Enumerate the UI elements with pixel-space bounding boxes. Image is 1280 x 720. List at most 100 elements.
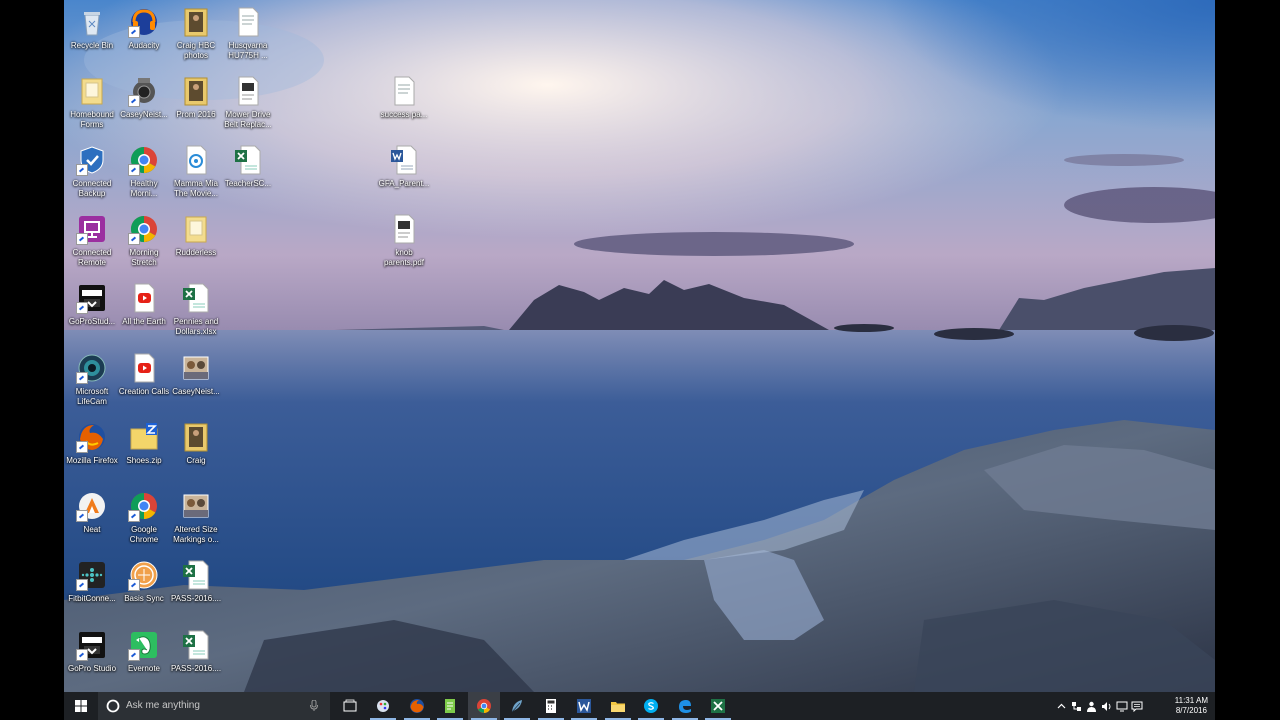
search-input[interactable]: Ask me anything [126,700,200,711]
chrome-icon [128,490,160,522]
neat-icon [76,490,108,522]
excel-icon [180,282,212,314]
youtube-icon [128,282,160,314]
speaker-icon[interactable] [1099,692,1114,720]
desktop-icon[interactable]: Connected Remote [64,211,120,277]
document-icon [232,6,264,38]
monitor-icon[interactable] [1114,692,1129,720]
taskbar-app-file-explorer[interactable] [602,692,634,720]
clock[interactable]: 11:31 AM 8/7/2016 [1175,696,1208,716]
desktop-icon[interactable]: Homebound Forms [64,73,120,139]
desktop-icon-label: Healthy Morni... [130,179,158,198]
desktop-icon[interactable]: Shoes.zip [116,419,172,485]
chevron-up-icon[interactable] [1053,692,1069,720]
taskbar-app-task-view[interactable] [334,692,366,720]
desktop-icon-label: Morning Stretch [129,248,159,267]
taskbar-app-excel[interactable] [702,692,734,720]
desktop-icon[interactable]: TeacherSC... [220,142,276,208]
desktop-icon[interactable]: Husqvarna HU775H ... [220,4,276,70]
taskbar-app-skype[interactable] [635,692,667,720]
desktop-icon[interactable]: CaseyNeist... [168,350,224,416]
desktop-icon-label: Creation Calls [118,387,170,396]
desktop-icon[interactable]: All the Earth [116,280,172,346]
desktop-icon[interactable]: knob parents.pdf [376,211,432,277]
desktop-icon[interactable]: GoPro Studio [64,627,120,693]
desktop-icon-label: GoPro Studio [67,664,117,673]
desktop-icon-label: TeacherSC... [224,179,272,188]
desktop-icon-label: Pennies and Dollars.xlsx [173,317,219,336]
desktop-icon[interactable]: Mower Drive Belt Replac... [220,73,276,139]
taskbar-app-feather[interactable] [501,692,533,720]
shortcut-arrow-icon [128,26,140,38]
shortcut-arrow-icon [128,233,140,245]
photo-icon [180,352,212,384]
shortcut-arrow-icon [76,579,88,591]
desktop-icon[interactable]: Healthy Morni... [116,142,172,208]
desktop-icon[interactable]: FitbitConne... [64,557,120,623]
taskbar-app-notepad[interactable] [434,692,466,720]
desktop-icon[interactable]: CaseyNeist... [116,73,172,139]
shortcut-arrow-icon [128,95,140,107]
desktop-icon[interactable]: Craig HBC photos [168,4,224,70]
shortcut-arrow-icon [76,441,88,453]
taskbar-app-edge[interactable] [669,692,701,720]
desktop-icon-label: Neat [83,525,101,534]
desktop-icon[interactable]: Morning Stretch [116,211,172,277]
notifications-icon[interactable] [1129,692,1145,720]
desktop-icon[interactable]: GFA_Parent... [376,142,432,208]
desktop-icon[interactable]: PASS-2016.... [168,557,224,623]
desktop-icon-label: Shoes.zip [126,456,162,465]
desktop-icon-label: Google Chrome [129,525,159,544]
clock-time: 11:31 AM [1174,696,1208,705]
people-icon[interactable] [1084,692,1099,720]
taskbar-app-word[interactable] [568,692,600,720]
microphone-icon[interactable] [310,700,318,712]
excel-icon [232,144,264,176]
desktop-icon[interactable]: Prom 2016 [168,73,224,139]
zip-folder-icon [128,421,160,453]
desktop-icon[interactable]: Pennies and Dollars.xlsx [168,280,224,346]
network-icon[interactable] [1069,692,1084,720]
desktop-icon-label: CaseyNeist... [172,387,220,396]
clock-date: 8/7/2016 [1175,706,1207,715]
desktop-icon[interactable]: Neat [64,488,120,554]
pdf-document-icon [388,213,420,245]
cortana-icon [106,699,120,713]
desktop-icon[interactable]: Connected Backup [64,142,120,208]
desktop-icon[interactable]: Evernote [116,627,172,693]
search-box[interactable]: Ask me anything [98,692,330,720]
video-camera-icon [128,75,160,107]
desktop-icon-label: Connected Backup [72,179,112,198]
taskbar-app-paint[interactable] [367,692,399,720]
taskbar-app-chrome[interactable] [468,692,500,720]
desktop-icon-label: Homebound Forms [70,110,114,129]
taskbar-app-calculator[interactable] [535,692,567,720]
desktop-icon[interactable]: Mamma Mia The Movie... [168,142,224,208]
start-button[interactable] [64,692,98,720]
desktop-icon[interactable]: Craig [168,419,224,485]
desktop-icon[interactable]: Mozilla Firefox [64,419,120,485]
desktop-icon[interactable]: GoProStud... [64,280,120,346]
desktop-icon[interactable]: Basis Sync [116,557,172,623]
desktop-icon-label: Mozilla Firefox [66,456,118,465]
firefox-icon [409,698,425,714]
folder-photo-icon [180,421,212,453]
desktop-icon[interactable]: Microsoft LifeCam [64,350,120,416]
desktop-icon-label: FitbitConne... [68,594,116,603]
desktop-icon-label: PASS-2016.... [170,594,222,603]
desktop-icon[interactable]: Creation Calls [116,350,172,416]
desktop-icon[interactable]: Audacity [116,4,172,70]
desktop-icon[interactable]: Rudderless [168,211,224,277]
taskbar-app-firefox[interactable] [401,692,433,720]
desktop-icon[interactable]: Altered Size Markings o... [168,488,224,554]
desktop-icon[interactable]: success pa... [376,73,432,139]
desktop-icon[interactable]: PASS-2016.... [168,627,224,693]
desktop-icon-label: Altered Size Markings o... [173,525,219,544]
folder-icon [76,75,108,107]
desktop-icon[interactable]: Google Chrome [116,488,172,554]
desktop-icon[interactable]: Recycle Bin [64,4,120,70]
lifecam-icon [76,352,108,384]
chrome-icon [128,144,160,176]
shortcut-arrow-icon [128,579,140,591]
notepad-icon [442,698,458,714]
